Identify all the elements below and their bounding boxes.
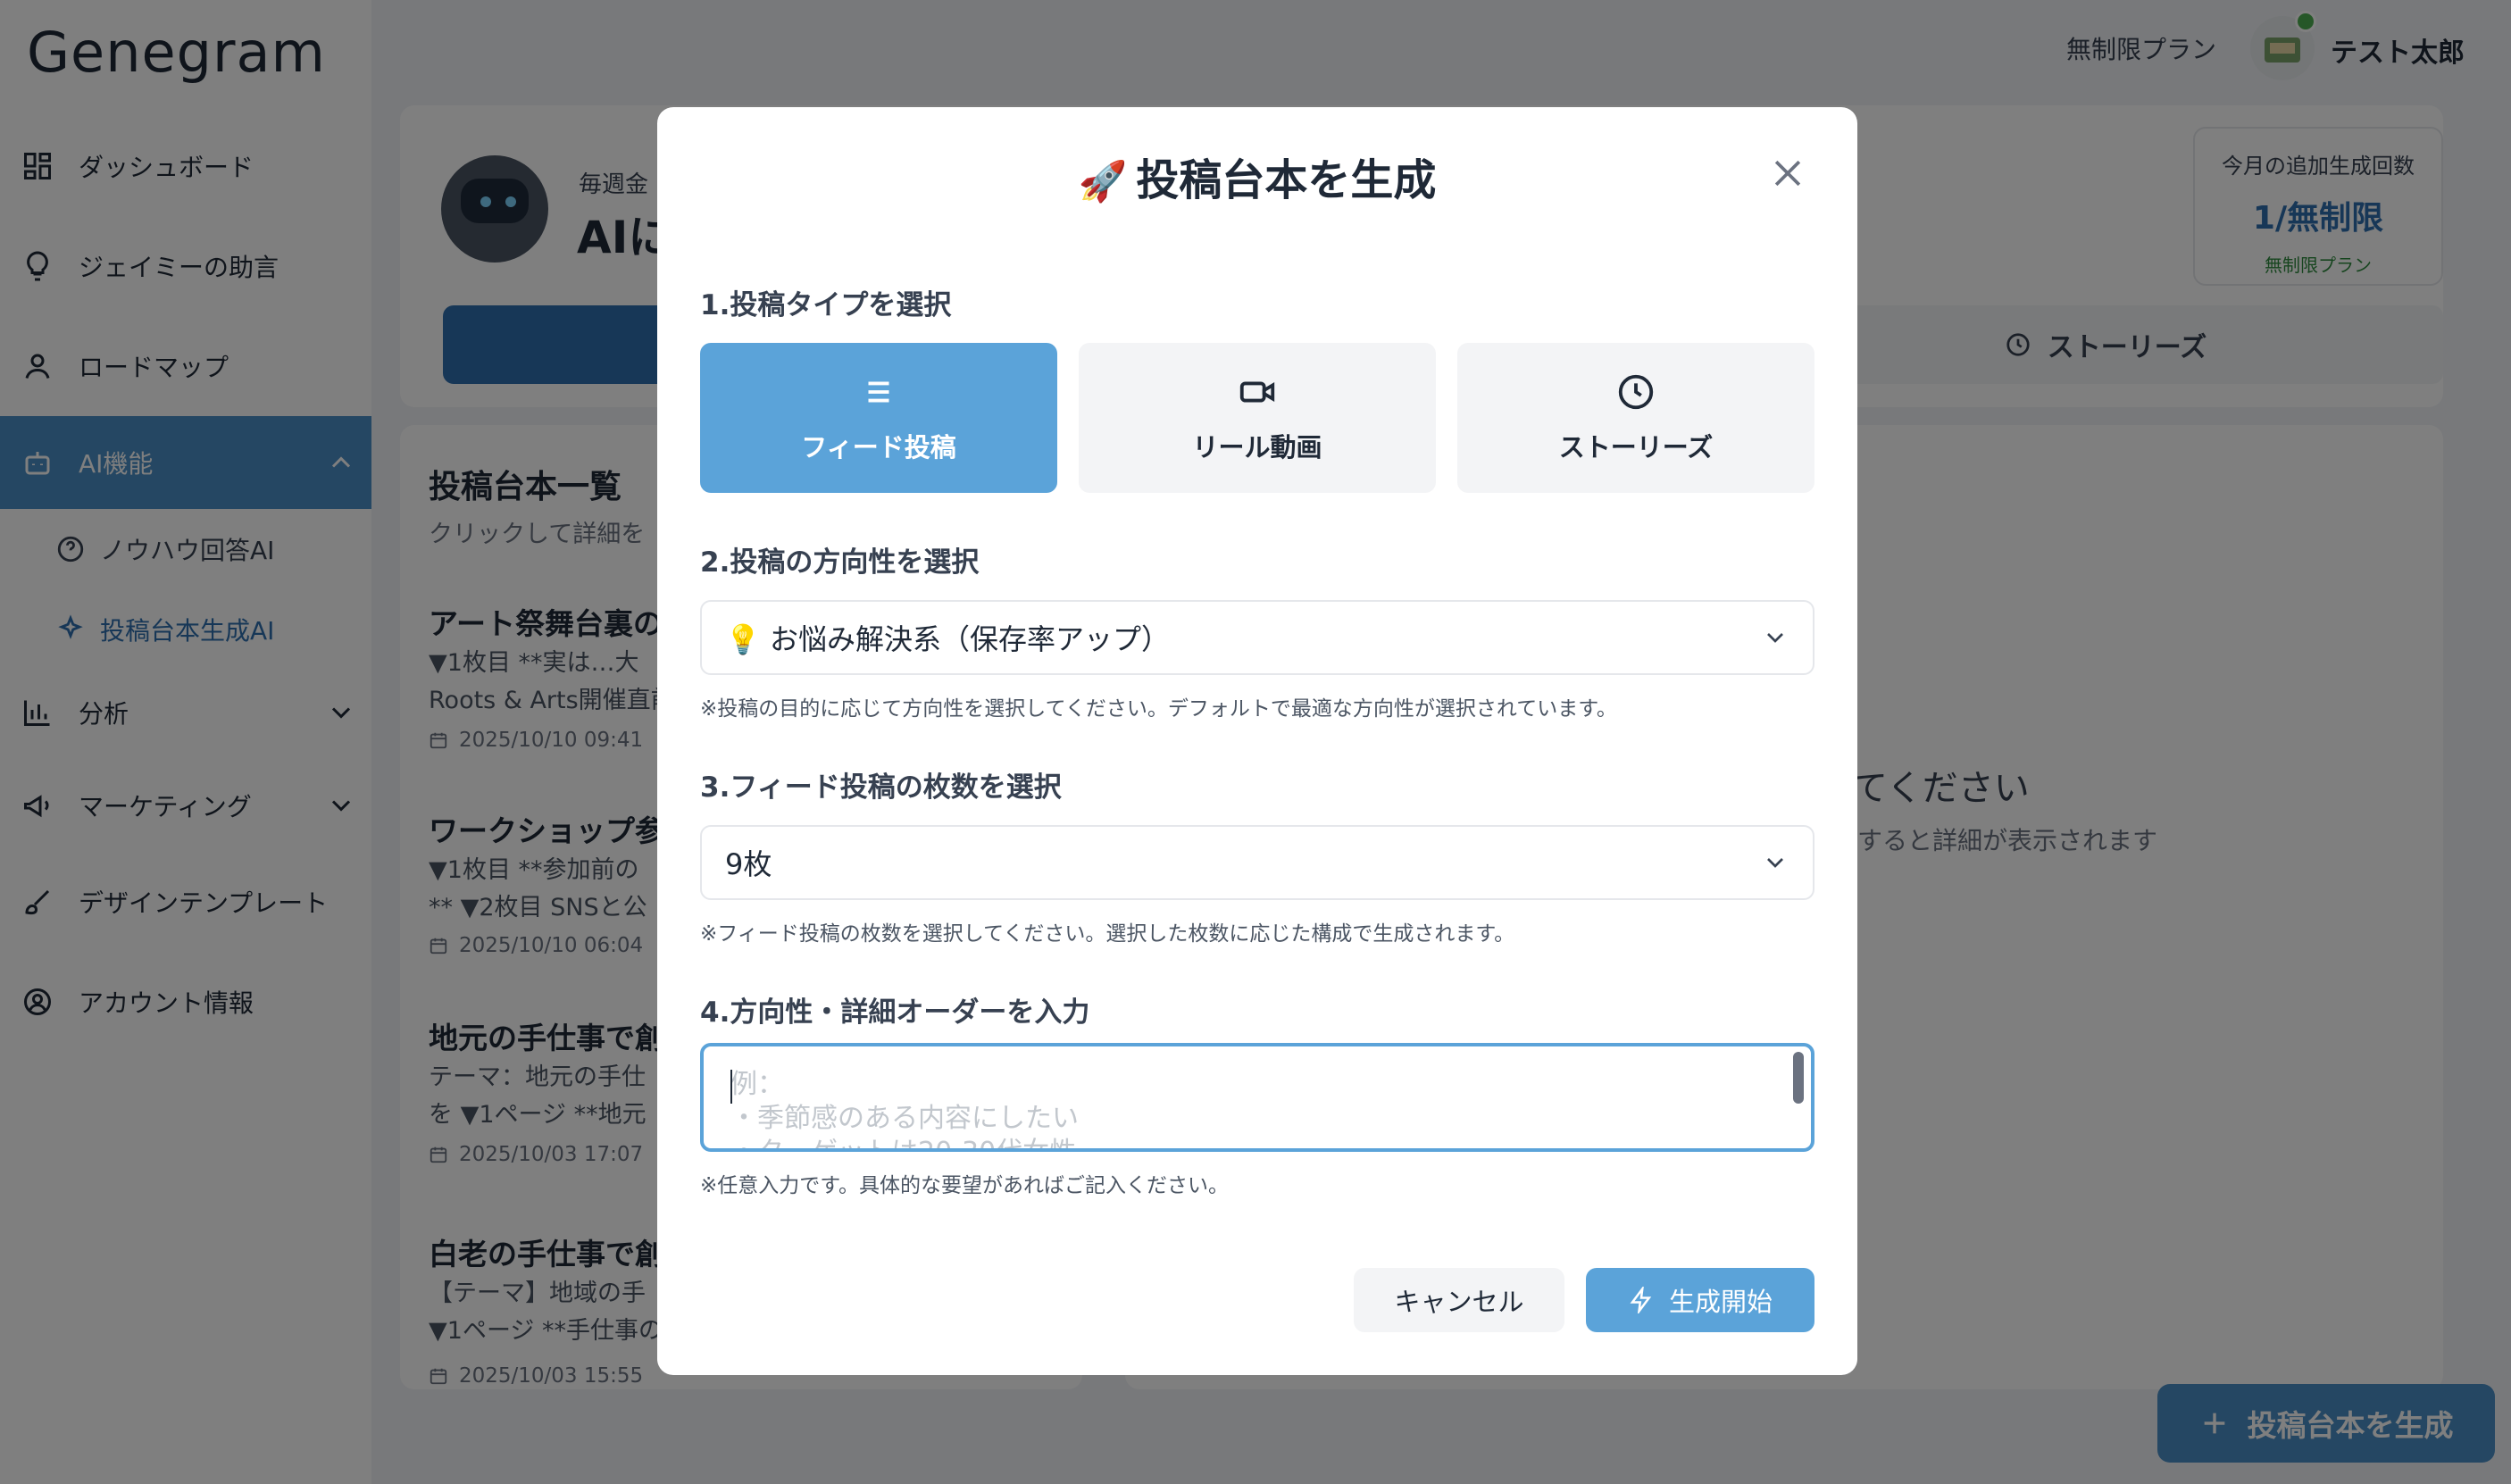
placeholder-line: 例： — [730, 1069, 784, 1100]
order-textarea[interactable]: 例： ・季節感のある内容にしたい ・ターゲットは20-30代女性 — [700, 1043, 1814, 1152]
placeholder-line: ・季節感のある内容にしたい — [730, 1103, 1079, 1134]
step2-label: 2.投稿の方向性を選択 — [700, 546, 980, 579]
cancel-button[interactable]: キャンセル — [1354, 1268, 1564, 1332]
step3-label: 3.フィード投稿の枚数を選択 — [700, 771, 1062, 804]
start-generate-button[interactable]: 生成開始 — [1586, 1268, 1814, 1332]
rocket-icon: 🚀 — [1078, 159, 1128, 204]
generate-script-modal: 🚀 投稿台本を生成 1.投稿タイプを選択 フィード投稿 リール動画 ストーリーズ … — [657, 107, 1857, 1375]
cancel-label: キャンセル — [1394, 1287, 1524, 1317]
type-label: フィード投稿 — [801, 432, 956, 463]
clock-icon — [1615, 371, 1656, 413]
direction-hint: ※投稿の目的に応じて方向性を選択してください。デフォルトで最適な方向性が選択され… — [700, 697, 1617, 721]
count-select[interactable]: 9枚 — [700, 825, 1814, 900]
count-value: 9枚 — [725, 847, 772, 881]
text-caret — [730, 1070, 732, 1104]
type-reel-button[interactable]: リール動画 — [1079, 343, 1436, 493]
type-stories-button[interactable]: ストーリーズ — [1457, 343, 1814, 493]
placeholder-line: ・ターゲットは20-30代女性 — [730, 1136, 1784, 1148]
list-lines-icon — [858, 371, 899, 413]
chevron-down-icon — [1761, 848, 1789, 877]
step4-label: 4.方向性・詳細オーダーを入力 — [700, 996, 1090, 1029]
order-hint: ※任意入力です。具体的な要望があればご記入ください。 — [700, 1174, 1229, 1197]
direction-value: 💡 お悩み解決系（保存率アップ） — [725, 622, 1171, 656]
count-hint: ※フィード投稿の枚数を選択してください。選択した枚数に応じた構成で生成されます。 — [700, 922, 1515, 946]
lightning-icon — [1628, 1287, 1655, 1313]
start-label: 生成開始 — [1668, 1287, 1773, 1317]
type-label: ストーリーズ — [1558, 432, 1714, 463]
close-icon[interactable] — [1768, 154, 1807, 193]
modal-title-text: 投稿台本を生成 — [1136, 155, 1437, 205]
modal-title: 🚀 投稿台本を生成 — [657, 145, 1857, 207]
direction-select[interactable]: 💡 お悩み解決系（保存率アップ） — [700, 600, 1814, 675]
type-feed-button[interactable]: フィード投稿 — [700, 343, 1057, 493]
type-label: リール動画 — [1192, 432, 1322, 463]
chevron-down-icon — [1761, 623, 1789, 652]
video-icon — [1237, 371, 1278, 413]
textarea-scrollbar[interactable] — [1793, 1052, 1804, 1104]
step1-label: 1.投稿タイプを選択 — [700, 289, 952, 321]
